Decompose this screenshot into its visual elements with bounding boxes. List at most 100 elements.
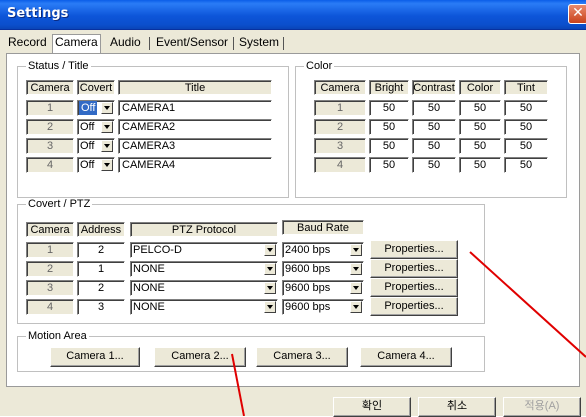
address-input[interactable]: 2 (77, 242, 125, 258)
chevron-down-icon[interactable] (350, 263, 362, 275)
apply-button: 적용(A) (503, 397, 581, 417)
motion-camera-2-button[interactable]: Camera 2... (154, 347, 246, 367)
bright-input[interactable]: 50 (369, 138, 409, 154)
cancel-button[interactable]: 취소 (418, 397, 496, 417)
covert-ptz-group: Covert / PTZ Camera Address PTZ Protocol… (17, 198, 485, 324)
tab-separator (233, 37, 234, 50)
col-header-bright: Bright (369, 80, 409, 95)
baud-rate-value: 9600 bps (285, 301, 331, 313)
tab-event-sensor[interactable]: Event/Sensor (154, 35, 230, 52)
bright-input[interactable]: 50 (369, 100, 409, 116)
col-header-title: Title (118, 80, 272, 95)
baud-rate-select[interactable]: 9600 bps (282, 299, 364, 315)
ok-button[interactable]: 확인 (333, 397, 411, 417)
col-header-camera: Camera (26, 222, 74, 237)
ptz-protocol-value: NONE (133, 301, 165, 313)
motion-camera-4-button[interactable]: Camera 4... (360, 347, 452, 367)
baud-rate-value: 9600 bps (285, 282, 331, 294)
covert-select[interactable]: Off (77, 157, 115, 173)
chevron-down-icon[interactable] (101, 102, 113, 114)
tab-audio[interactable]: Audio (108, 35, 143, 52)
window-title: Settings (7, 6, 69, 21)
camera-title-input[interactable]: CAMERA3 (118, 138, 272, 154)
camera-tab-panel: Status / Title Camera Covert Title 1 Off… (6, 53, 580, 387)
tint-input[interactable]: 50 (504, 138, 548, 154)
chevron-down-icon[interactable] (350, 282, 362, 294)
motion-camera-1-button[interactable]: Camera 1... (50, 347, 140, 367)
bright-input[interactable]: 50 (369, 119, 409, 135)
contrast-input[interactable]: 50 (412, 100, 456, 116)
camera-number: 1 (26, 242, 74, 258)
ptz-protocol-select[interactable]: NONE (130, 261, 278, 277)
covert-value: Off (80, 159, 95, 171)
chevron-down-icon[interactable] (350, 244, 362, 256)
tint-input[interactable]: 50 (504, 100, 548, 116)
tint-input[interactable]: 50 (504, 119, 548, 135)
baud-rate-select[interactable]: 9600 bps (282, 280, 364, 296)
color-input[interactable]: 50 (459, 157, 501, 173)
color-input[interactable]: 50 (459, 119, 501, 135)
camera-title-input[interactable]: CAMERA1 (118, 100, 272, 116)
contrast-input[interactable]: 50 (412, 119, 456, 135)
bright-input[interactable]: 50 (369, 157, 409, 173)
col-header-covert: Covert (77, 80, 115, 95)
tab-separator (149, 37, 150, 50)
covert-select[interactable]: Off (77, 100, 115, 116)
col-header-ptz-protocol: PTZ Protocol (130, 222, 278, 237)
address-input[interactable]: 3 (77, 299, 125, 315)
motion-area-group: Motion Area Camera 1... Camera 2... Came… (17, 330, 485, 372)
col-header-camera: Camera (314, 80, 366, 95)
baud-rate-select[interactable]: 2400 bps (282, 242, 364, 258)
chevron-down-icon[interactable] (101, 140, 113, 152)
color-input[interactable]: 50 (459, 138, 501, 154)
ptz-protocol-value: PELCO-D (133, 244, 182, 256)
chevron-down-icon[interactable] (264, 263, 276, 275)
col-header-tint: Tint (504, 80, 548, 95)
contrast-input[interactable]: 50 (412, 157, 456, 173)
chevron-down-icon[interactable] (264, 301, 276, 313)
col-header-baud-rate: Baud Rate (282, 220, 364, 235)
chevron-down-icon[interactable] (264, 282, 276, 294)
camera-title-input[interactable]: CAMERA2 (118, 119, 272, 135)
tab-record[interactable]: Record (6, 35, 49, 52)
camera-number: 4 (26, 299, 74, 315)
camera-number: 1 (26, 100, 74, 116)
chevron-down-icon[interactable] (264, 244, 276, 256)
contrast-input[interactable]: 50 (412, 138, 456, 154)
covert-select[interactable]: Off (77, 119, 115, 135)
motion-area-legend: Motion Area (26, 330, 89, 342)
ptz-protocol-select[interactable]: NONE (130, 280, 278, 296)
ptz-protocol-select[interactable]: NONE (130, 299, 278, 315)
covert-value: Off (80, 121, 95, 133)
tab-system[interactable]: System (237, 35, 281, 52)
tab-camera[interactable]: Camera (52, 34, 101, 54)
motion-camera-3-button[interactable]: Camera 3... (256, 347, 348, 367)
camera-number: 1 (314, 100, 366, 116)
camera-number: 2 (314, 119, 366, 135)
tab-separator (283, 37, 284, 50)
ptz-protocol-value: NONE (133, 282, 165, 294)
chevron-down-icon[interactable] (350, 301, 362, 313)
properties-button[interactable]: Properties... (370, 240, 458, 259)
properties-button[interactable]: Properties... (370, 297, 458, 316)
covert-select[interactable]: Off (77, 138, 115, 154)
tint-input[interactable]: 50 (504, 157, 548, 173)
address-input[interactable]: 2 (77, 280, 125, 296)
ptz-protocol-select[interactable]: PELCO-D (130, 242, 278, 258)
col-header-address: Address (77, 222, 125, 237)
col-header-contrast: Contrast (412, 80, 456, 95)
close-icon[interactable]: ✕ (568, 4, 586, 24)
properties-button[interactable]: Properties... (370, 259, 458, 278)
color-input[interactable]: 50 (459, 100, 501, 116)
properties-button[interactable]: Properties... (370, 278, 458, 297)
camera-number: 2 (26, 261, 74, 277)
chevron-down-icon[interactable] (101, 121, 113, 133)
settings-window: Settings ✕ Record Camera Audio Event/Sen… (0, 0, 586, 417)
baud-rate-select[interactable]: 9600 bps (282, 261, 364, 277)
title-bar[interactable]: Settings ✕ (0, 0, 586, 30)
chevron-down-icon[interactable] (101, 159, 113, 171)
camera-title-input[interactable]: CAMERA4 (118, 157, 272, 173)
address-input[interactable]: 1 (77, 261, 125, 277)
camera-number: 2 (26, 119, 74, 135)
covert-value: Off (79, 101, 98, 115)
